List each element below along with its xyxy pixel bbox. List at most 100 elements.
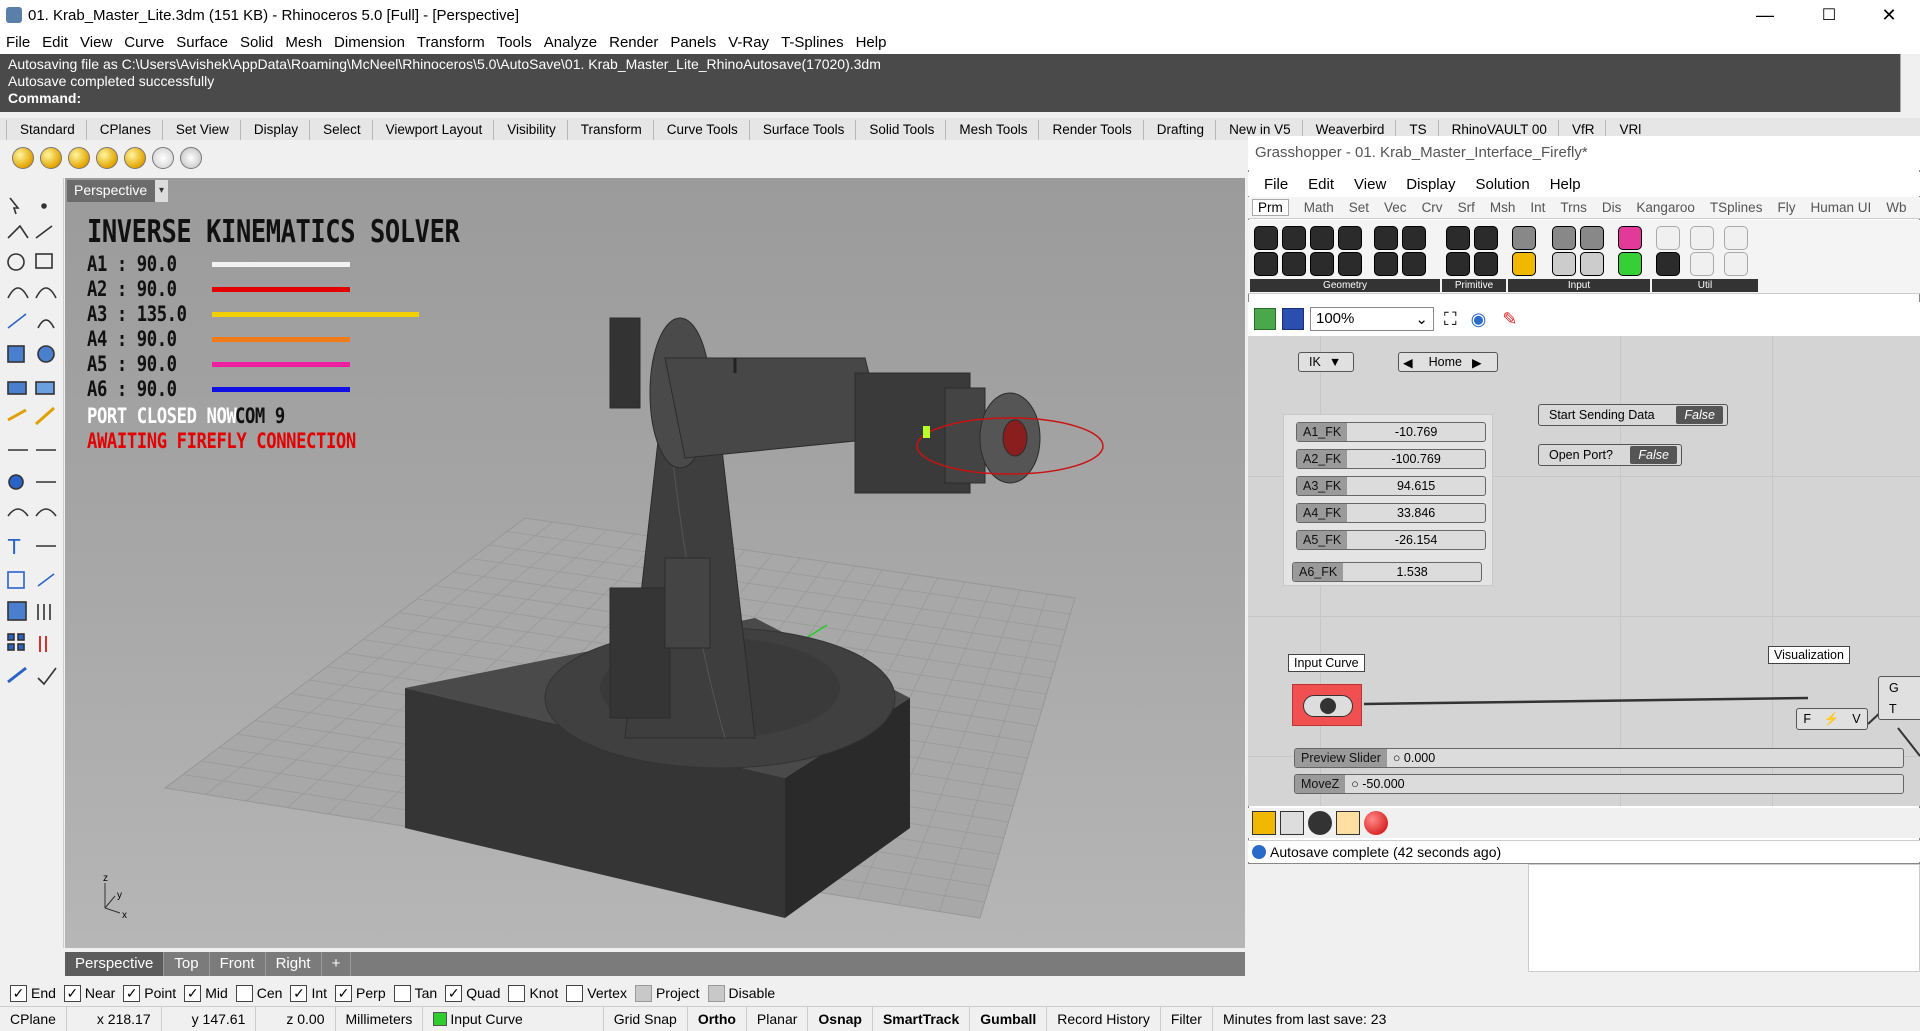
gh-plane-param-icon[interactable] <box>1282 252 1306 276</box>
gh-bake-icon[interactable] <box>1280 811 1304 835</box>
gh-cherry-icon[interactable] <box>1656 226 1680 250</box>
gh-preview-slider-value[interactable]: ○ 0.000 <box>1387 749 1903 767</box>
gh-graph-icon[interactable] <box>1512 252 1536 276</box>
gh-cluster-icon[interactable] <box>1724 226 1748 250</box>
checkbox[interactable]: ✓ <box>63 984 81 1002</box>
tab-mesh-tools[interactable]: Mesh Tools <box>945 120 1038 140</box>
tab-transform[interactable]: Transform <box>566 120 653 140</box>
status-layer[interactable]: Input Curve <box>423 1006 604 1031</box>
gh-mesh-param-icon[interactable] <box>1374 226 1398 250</box>
tab-viewport-layout[interactable]: Viewport Layout <box>371 120 494 140</box>
gh-tab-set[interactable]: Set <box>1349 200 1369 215</box>
osnap-int[interactable]: ✓ Int <box>290 984 327 1002</box>
gh-fk-slider[interactable]: A1_FK -10.769 <box>1296 422 1486 442</box>
gh-panel-icon[interactable] <box>1512 226 1536 250</box>
gh-number-icon[interactable] <box>1446 252 1470 276</box>
viewport-tab-front[interactable]: Front <box>210 952 266 976</box>
menu-view[interactable]: View <box>80 34 112 51</box>
gh-tab-wb[interactable]: Wb <box>1886 200 1906 215</box>
gh-rectangle-param-icon[interactable] <box>1338 252 1362 276</box>
osnap-point[interactable]: ✓ Point <box>123 984 176 1002</box>
menu-dimension[interactable]: Dimension <box>334 34 405 51</box>
checkbox[interactable] <box>634 984 652 1002</box>
gh-fk-slider[interactable]: A4_FK 33.846 <box>1296 503 1486 523</box>
gh-fk-slider-value[interactable]: -100.769 <box>1347 450 1485 468</box>
viewport-tab-top[interactable]: Top <box>164 952 210 976</box>
gh-integer-icon[interactable] <box>1474 226 1498 250</box>
tab-set-view[interactable]: Set View <box>161 120 240 140</box>
gh-knob-icon[interactable] <box>1552 252 1576 276</box>
gh-button-icon[interactable] <box>1552 226 1576 250</box>
gh-boolean-icon[interactable] <box>1446 226 1470 250</box>
gh-sketch-icon[interactable]: ✎ <box>1502 309 1517 330</box>
command-prompt[interactable]: Command: <box>8 90 1892 107</box>
status-filter[interactable]: Filter <box>1161 1006 1213 1031</box>
gh-field-param-icon[interactable] <box>1402 226 1426 250</box>
gh-tab-msh[interactable]: Msh <box>1490 200 1516 215</box>
osnap-disable[interactable]: Disable <box>707 984 775 1002</box>
status-osnap[interactable]: Osnap <box>808 1006 873 1031</box>
gh-fk-slider-value[interactable]: -10.769 <box>1347 423 1485 441</box>
gh-arrow-outline-icon[interactable] <box>1690 252 1714 276</box>
gh-fk-slider-value[interactable]: -26.154 <box>1347 531 1485 549</box>
rectangular-light-icon[interactable] <box>152 147 174 169</box>
gh-surface-param-icon[interactable] <box>1374 252 1398 276</box>
gh-gradient-icon[interactable] <box>1618 252 1642 276</box>
gh-menu-file[interactable]: File <box>1264 176 1288 193</box>
gh-fk-slider-value[interactable]: 94.615 <box>1347 477 1485 495</box>
gh-tab-tsplines[interactable]: TSplines <box>1710 200 1763 215</box>
tab-cplanes[interactable]: CPlanes <box>85 120 162 140</box>
tab-solid-tools[interactable]: Solid Tools <box>855 120 945 140</box>
gh-tab-trns[interactable]: Trns <box>1560 200 1587 215</box>
checkbox[interactable]: ✓ <box>123 984 141 1002</box>
viewport-tab-add[interactable]: + <box>322 952 352 976</box>
status-record-history[interactable]: Record History <box>1047 1006 1161 1031</box>
gh-twisted-box-icon[interactable] <box>1402 252 1426 276</box>
checkbox[interactable]: ✓ <box>290 984 308 1002</box>
osnap-near[interactable]: ✓ Near <box>63 984 115 1002</box>
gh-firefly-icon[interactable] <box>1336 811 1360 835</box>
gh-tab-fly[interactable]: Fly <box>1777 200 1795 215</box>
menu-surface[interactable]: Surface <box>176 34 228 51</box>
gh-menu-solution[interactable]: Solution <box>1475 176 1529 193</box>
gh-open-icon[interactable] <box>1254 308 1276 330</box>
menu-analyze[interactable]: Analyze <box>544 34 597 51</box>
gh-curve-param-icon[interactable] <box>1310 226 1334 250</box>
tab-drafting[interactable]: Drafting <box>1142 120 1215 140</box>
gh-canvas[interactable]: IK ▼ ◀ Home ▶ Start Sending Data False Open … <box>1248 336 1920 806</box>
tab-visibility[interactable]: Visibility <box>493 120 567 140</box>
osnap-quad[interactable]: ✓ Quad <box>445 984 500 1002</box>
checkbox[interactable]: ✓ <box>445 984 463 1002</box>
gh-slider-icon[interactable] <box>1580 226 1604 250</box>
menu-mesh[interactable]: Mesh <box>285 34 322 51</box>
checkbox[interactable]: ✓ <box>10 984 27 1002</box>
checkbox[interactable]: ✓ <box>184 984 202 1002</box>
linear-light-icon[interactable] <box>180 147 202 169</box>
command-scrollbar[interactable] <box>1900 54 1920 112</box>
checkbox[interactable]: ✓ <box>335 984 353 1002</box>
tab-render-tools[interactable]: Render Tools <box>1038 120 1142 140</box>
gh-toggle-icon[interactable] <box>1308 811 1332 835</box>
gh-point-param-icon[interactable] <box>1310 252 1334 276</box>
gh-graph-mapper-icon[interactable] <box>1252 811 1276 835</box>
gh-fk-slider[interactable]: A2_FK -100.769 <box>1296 449 1486 469</box>
gh-menu-view[interactable]: View <box>1354 176 1386 193</box>
tab-surface-tools[interactable]: Surface Tools <box>748 120 856 140</box>
menu-transform[interactable]: Transform <box>417 34 485 51</box>
gh-fzv-component[interactable]: F ⚡ V <box>1796 708 1868 730</box>
tab-display[interactable]: Display <box>239 120 309 140</box>
gh-text-icon[interactable] <box>1474 252 1498 276</box>
tab-curve-tools[interactable]: Curve Tools <box>652 120 749 140</box>
osnap-cen[interactable]: Cen <box>235 984 282 1002</box>
tab-standard[interactable]: Standard <box>6 120 86 140</box>
gh-tab-prm[interactable]: Prm <box>1252 199 1289 216</box>
gh-movez-value[interactable]: ○ -50.000 <box>1345 775 1903 793</box>
menu-tools[interactable]: Tools <box>497 34 532 51</box>
checkbox[interactable] <box>393 984 411 1002</box>
menu-vray[interactable]: V-Ray <box>728 34 769 51</box>
gh-circle-param-icon[interactable] <box>1282 226 1306 250</box>
checkbox[interactable] <box>508 984 526 1002</box>
gh-geometry-icon[interactable] <box>1254 226 1278 250</box>
gh-preview-eye-icon[interactable]: ◉ <box>1471 309 1487 330</box>
gh-tab-crv[interactable]: Crv <box>1422 200 1443 215</box>
